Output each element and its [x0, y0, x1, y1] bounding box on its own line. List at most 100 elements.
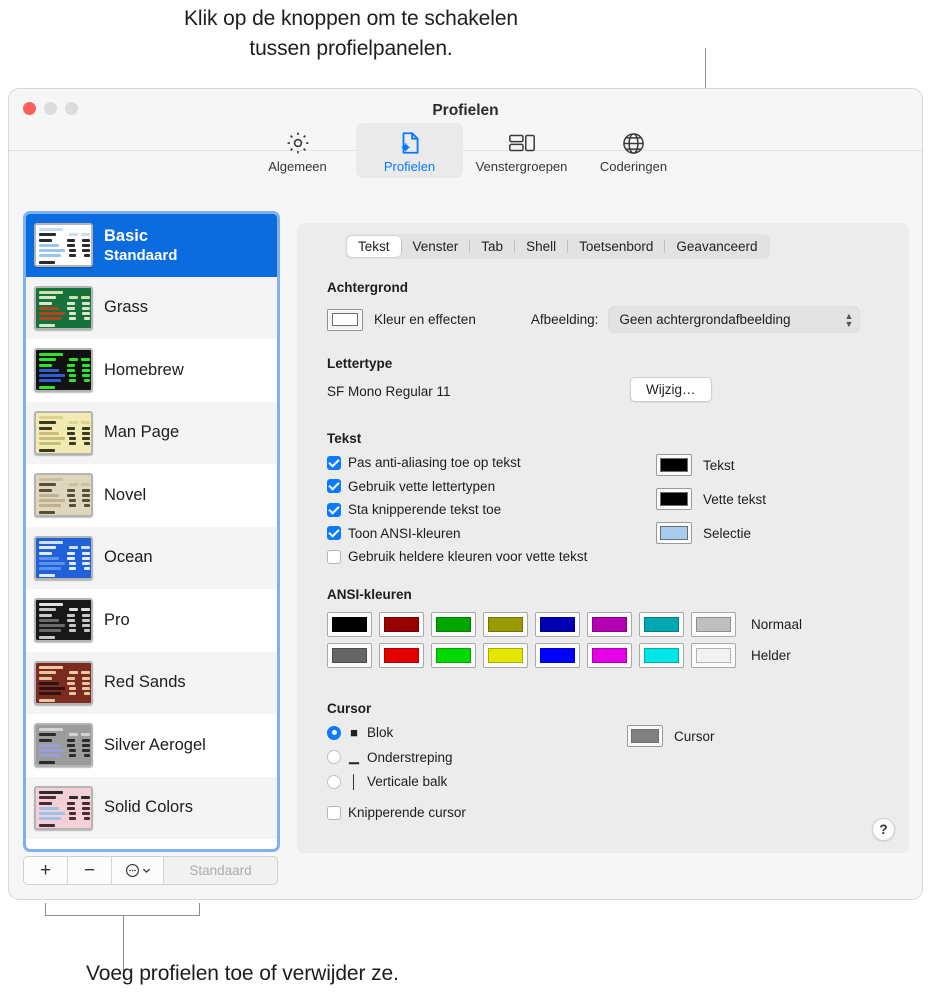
text-option-label: Gebruik vette lettertypen	[348, 478, 496, 494]
ansi-color-well[interactable]	[587, 643, 632, 668]
help-button[interactable]: ?	[872, 818, 895, 841]
change-font-button[interactable]: Wijzig…	[630, 377, 712, 402]
color-well-selectie[interactable]	[656, 522, 692, 544]
cursor-color-well[interactable]	[627, 725, 663, 747]
profile-row-man-page[interactable]: Man Page	[26, 401, 277, 464]
profile-thumbnail	[34, 535, 93, 580]
cursor-color-row: Cursor	[627, 725, 715, 747]
profile-thumbnail	[34, 348, 93, 393]
profile-detail-panel: Tekst Venster Tab Shell Toetsenbord Geavancee…	[297, 223, 909, 853]
ansi-color-well[interactable]	[379, 643, 424, 668]
ansi-color-swatch	[384, 617, 419, 632]
text-checkbox-group: Pas anti-aliasing toe op tekst Gebruik ve…	[327, 455, 587, 573]
profile-name: Grass	[104, 298, 149, 317]
profile-name: Basic	[104, 227, 149, 246]
ansi-color-well[interactable]	[483, 612, 528, 637]
profile-thumbnail	[34, 660, 93, 705]
ansi-color-swatch	[488, 648, 523, 663]
profile-row-pro[interactable]: Pro	[26, 589, 277, 652]
cursor-shape-glyph: ▁	[349, 749, 359, 764]
add-profile-button[interactable]: +	[24, 857, 68, 884]
color-swatch	[660, 492, 688, 506]
ansi-color-well[interactable]	[431, 612, 476, 637]
set-default-button[interactable]: Standaard	[164, 857, 277, 884]
radio-button[interactable]	[327, 725, 341, 740]
detail-tabbar: Tekst Venster Tab Shell Toetsenbord Geavancee…	[345, 234, 771, 259]
blinking-cursor-row[interactable]: Knipperende cursor	[327, 805, 466, 820]
window-titlebar: Profielen Algemeen Profielen Venstergroe…	[9, 89, 922, 178]
section-heading-lettertype: Lettertype	[327, 356, 393, 371]
profile-name: Novel	[104, 485, 147, 504]
tab-venster[interactable]: Venster	[402, 236, 470, 257]
ansi-color-well[interactable]	[483, 643, 528, 668]
profile-row-silver-aerogel[interactable]: Silver Aerogel	[26, 714, 277, 777]
remove-profile-button[interactable]: −	[68, 857, 112, 884]
callout-bottom: Voeg profielen toe of verwijder ze.	[86, 962, 399, 985]
blinking-cursor-checkbox[interactable]	[327, 805, 341, 820]
ansi-color-well[interactable]	[327, 612, 372, 637]
text-option-row[interactable]: Pas anti-aliasing toe op tekst	[327, 455, 587, 470]
checkbox[interactable]	[327, 455, 341, 470]
cursor-option-row[interactable]: │ Verticale balk	[327, 774, 453, 789]
profile-name-block: Man Page	[104, 422, 179, 443]
cursor-option-row[interactable]: ▁ Onderstreping	[327, 749, 453, 765]
profile-thumbnail	[34, 285, 93, 330]
text-option-row[interactable]: Sta knipperende tekst toe	[327, 502, 587, 517]
ansi-row-label: Normaal	[751, 617, 803, 632]
color-well-vette-tekst[interactable]	[656, 488, 692, 510]
cursor-option-row[interactable]: ■ Blok	[327, 725, 453, 740]
profile-row-homebrew[interactable]: Homebrew	[26, 339, 277, 402]
checkbox[interactable]	[327, 479, 341, 493]
ansi-color-well[interactable]	[327, 643, 372, 668]
more-actions-button[interactable]	[112, 857, 164, 884]
ansi-color-well[interactable]	[379, 612, 424, 637]
tab-toetsenbord[interactable]: Toetsenbord	[568, 236, 664, 257]
radio-button[interactable]	[327, 750, 341, 764]
cursor-color-swatch	[631, 729, 659, 743]
text-color-row: Vette tekst	[656, 488, 766, 510]
profile-thumbnail	[34, 723, 93, 768]
text-option-row[interactable]: Toon ANSI-kleuren	[327, 526, 587, 541]
profiles-list[interactable]: Basic Standaard Grass Homebrew Man Page Novel…	[23, 211, 280, 852]
profile-thumbnail	[34, 598, 93, 643]
text-option-row[interactable]: Gebruik heldere kleuren voor vette tekst	[327, 549, 587, 564]
profile-row-basic[interactable]: Basic Standaard	[26, 214, 277, 277]
ansi-color-well[interactable]	[639, 643, 684, 668]
more-ellipsis-icon	[125, 864, 139, 877]
ansi-color-well[interactable]	[691, 612, 736, 637]
cursor-radio-group: ■ Blok ▁ Onderstreping │ Verticale balk	[327, 725, 453, 798]
cursor-shape-glyph: ■	[350, 725, 358, 740]
ansi-color-well[interactable]	[535, 643, 580, 668]
checkbox[interactable]	[327, 502, 341, 517]
text-color-row: Selectie	[656, 522, 766, 544]
color-well-tekst[interactable]	[656, 454, 692, 476]
ansi-color-well[interactable]	[535, 612, 580, 637]
ansi-color-well[interactable]	[639, 612, 684, 637]
checkbox[interactable]	[327, 526, 341, 540]
tab-tab[interactable]: Tab	[470, 236, 514, 257]
profile-row-ocean[interactable]: Ocean	[26, 526, 277, 589]
ansi-color-well[interactable]	[431, 643, 476, 668]
ansi-color-well[interactable]	[587, 612, 632, 637]
tab-shell[interactable]: Shell	[515, 236, 567, 257]
radio-button[interactable]	[327, 774, 341, 789]
ansi-color-swatch	[592, 648, 627, 663]
profile-row-novel[interactable]: Novel	[26, 464, 277, 527]
background-image-popup[interactable]: Geen achtergrondafbeelding ▲ ▼	[609, 307, 860, 332]
profile-name-block: Basic Standaard	[104, 226, 177, 264]
background-image-label: Afbeelding:	[530, 312, 599, 327]
tab-tekst[interactable]: Tekst	[347, 236, 401, 257]
checkbox[interactable]	[327, 549, 341, 564]
profile-name: Man Page	[104, 423, 180, 442]
tab-geavanceerd[interactable]: Geavanceerd	[665, 236, 768, 257]
profile-row-solid-colors[interactable]: Solid Colors	[26, 776, 277, 839]
background-color-well[interactable]	[327, 308, 363, 331]
profile-row-grass[interactable]: Grass	[26, 276, 277, 339]
profile-row-red-sands[interactable]: Red Sands	[26, 651, 277, 714]
profile-name-block: Homebrew	[104, 360, 184, 381]
text-option-row[interactable]: Gebruik vette lettertypen	[327, 479, 587, 494]
ansi-color-swatch	[644, 617, 679, 632]
blinking-cursor-label: Knipperende cursor	[348, 805, 466, 820]
ansi-color-well[interactable]	[691, 643, 736, 668]
profile-name-block: Grass	[104, 297, 148, 318]
